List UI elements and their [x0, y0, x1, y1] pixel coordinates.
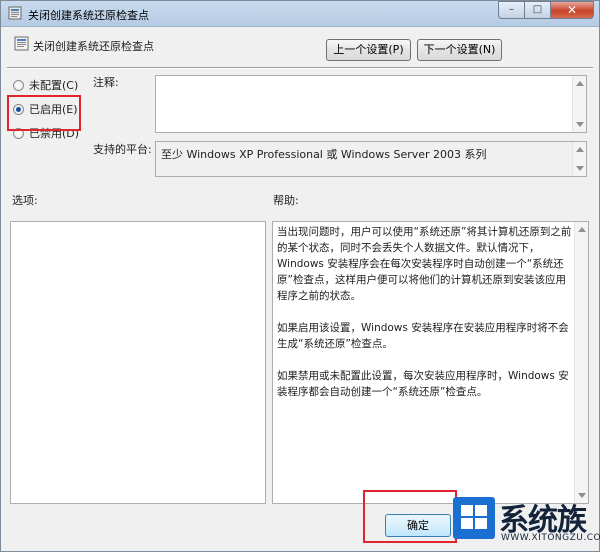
scroll-up-icon[interactable]	[576, 147, 584, 152]
platform-label: 支持的平台:	[93, 143, 152, 156]
scroll-up-icon[interactable]	[576, 81, 584, 86]
options-label: 选项:	[12, 194, 38, 207]
help-paragraph-2: 如果启用该设置，Windows 安装程序在安装应用程序时将不会生成“系统还原”检…	[277, 322, 569, 350]
help-pane[interactable]: 当出现问题时，用户可以使用“系统还原”将其计算机还原到之前的某个状态，同时不会丢…	[272, 221, 589, 504]
windows-logo-icon	[453, 497, 495, 539]
platform-scrollbar[interactable]	[572, 142, 586, 176]
header-separator	[7, 67, 593, 69]
highlight-box-ok	[363, 490, 457, 543]
radio-not-configured-label: 未配置(C)	[29, 79, 79, 92]
comment-label: 注释:	[93, 76, 119, 89]
maximize-button[interactable]: □	[524, 1, 550, 19]
watermark: 系统族 WWW.XITONGZU.COM	[447, 493, 600, 553]
help-text: 当出现问题时，用户可以使用“系统还原”将其计算机还原到之前的某个状态，同时不会丢…	[277, 224, 573, 416]
scroll-up-icon[interactable]	[578, 227, 586, 232]
policy-dialog-window: 关闭创建系统还原检查点 – □ ✕ 关闭创建系统还原检查点 上一个设置(P) 下…	[0, 0, 600, 552]
window-caption-buttons: – □ ✕	[498, 1, 594, 19]
radio-not-configured[interactable]: 未配置(C)	[13, 77, 78, 93]
window-title: 关闭创建系统还原检查点	[28, 9, 149, 22]
previous-setting-button[interactable]: 上一个设置(P)	[326, 39, 411, 61]
platform-value: 至少 Windows XP Professional 或 Windows Ser…	[161, 148, 487, 161]
help-label: 帮助:	[273, 194, 299, 207]
minimize-button[interactable]: –	[498, 1, 524, 19]
policy-settings-icon	[8, 6, 22, 23]
comment-textarea[interactable]	[155, 75, 587, 133]
comment-scrollbar[interactable]	[572, 76, 586, 132]
help-scrollbar[interactable]	[574, 222, 588, 503]
title-bar[interactable]: 关闭创建系统还原检查点 – □ ✕	[1, 1, 599, 27]
setting-name: 关闭创建系统还原检查点	[33, 40, 154, 53]
scroll-down-icon[interactable]	[576, 166, 584, 171]
setting-icon	[14, 36, 29, 54]
platform-field[interactable]: 至少 Windows XP Professional 或 Windows Ser…	[155, 141, 587, 177]
next-setting-button[interactable]: 下一个设置(N)	[417, 39, 502, 61]
help-paragraph-1: 当出现问题时，用户可以使用“系统还原”将其计算机还原到之前的某个状态，同时不会丢…	[277, 226, 572, 302]
options-pane	[10, 221, 266, 504]
close-button[interactable]: ✕	[550, 1, 594, 19]
watermark-url: WWW.XITONGZU.COM	[501, 533, 600, 543]
help-paragraph-3: 如果禁用或未配置此设置，每次安装应用程序时，Windows 安装程序都会自动创建…	[277, 370, 569, 398]
highlight-box-enabled	[7, 95, 81, 131]
scroll-down-icon[interactable]	[576, 122, 584, 127]
radio-not-configured-circle[interactable]	[13, 79, 24, 91]
